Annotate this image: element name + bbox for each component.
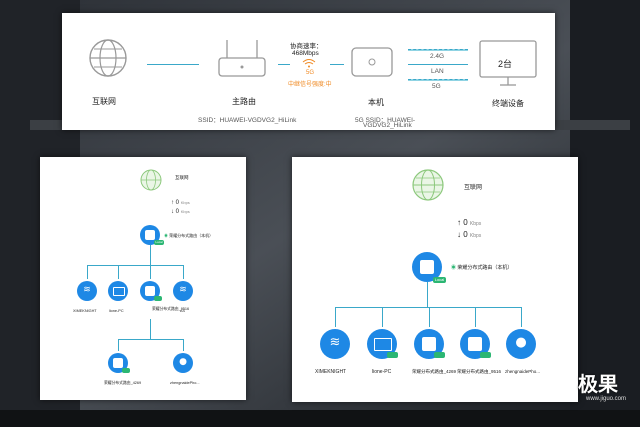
internet-label: 互联网 <box>464 185 483 191</box>
tree-line <box>150 245 151 265</box>
tree-line <box>475 307 476 327</box>
internet-label: 互联网 <box>92 97 116 106</box>
device-count: 2台 <box>498 59 513 69</box>
router-icon <box>145 286 155 296</box>
device-label: AS <box>180 309 186 313</box>
router-icon <box>218 40 266 77</box>
local-badge: Local <box>154 240 164 245</box>
download-unit: Kbps <box>180 209 190 214</box>
left-topology-panel: 互联网 ↑ 0 Kbps ↓ 0 Kbps Local ◉ 荣耀分布式路由（本机… <box>40 157 246 400</box>
local-badge: Local <box>433 277 446 283</box>
device-label: zhengnaidePho... <box>505 369 541 374</box>
download-value: ↓ 0 <box>457 230 468 239</box>
device-label: 荣耀分布式路由_4269 <box>104 381 142 385</box>
mesh-badge <box>122 368 130 373</box>
tree-line <box>118 265 119 279</box>
band-5g-label: 5G <box>306 70 315 76</box>
apple-icon: ● <box>515 335 527 350</box>
mesh-badge <box>480 352 491 358</box>
upload-unit: Kbps <box>469 221 482 227</box>
router-label: ◉ 荣耀分布式路由（本机） <box>451 265 513 271</box>
internet-label: 互联网 <box>175 175 189 180</box>
tree-line <box>118 339 184 340</box>
tree-line <box>429 307 430 327</box>
link-line <box>408 49 468 51</box>
device-label: XIMEKNIGHT <box>73 309 97 313</box>
band-5g-right-label: 5G <box>432 83 441 90</box>
lan-icon <box>113 287 125 296</box>
globe-icon <box>140 169 162 191</box>
upload-rate: ↑ 0 Kbps <box>457 218 481 227</box>
download-rate: ↓ 0 Kbps <box>457 230 481 239</box>
tree-line <box>150 319 151 339</box>
router-label-text: 荣耀分布式路由（本机） <box>169 233 214 238</box>
tree-line <box>521 307 522 327</box>
link-line <box>147 64 199 65</box>
tree-line <box>427 282 428 307</box>
link-line <box>330 64 344 65</box>
tree-line <box>87 265 183 266</box>
main-router-label: 主路由 <box>232 97 256 106</box>
download-rate: ↓ 0 Kbps <box>171 209 190 215</box>
rate-value: 468Mbps <box>292 50 319 57</box>
tree-line <box>335 307 521 308</box>
lan-label: LAN <box>431 68 444 75</box>
apple-icon: ● <box>179 357 187 367</box>
router-label: ◉ 荣耀分布式路由（本机） <box>164 233 214 238</box>
watermark-brand: 极果 <box>578 372 618 396</box>
device-label: lione-PC <box>372 369 392 375</box>
router-icon <box>113 358 123 368</box>
router-icon <box>422 337 436 351</box>
device-label: 荣耀分布式路由_4269 <box>412 369 457 374</box>
mesh-badge <box>154 296 162 301</box>
device-label: zhengnaidePho... <box>170 381 200 385</box>
right-topology-panel: 互联网 ↑ 0 Kbps ↓ 0 Kbps Local ◉ 荣耀分布式路由（本机… <box>292 157 578 402</box>
band-24g-label: 2.4G <box>430 53 445 60</box>
tree-line <box>335 307 336 327</box>
local-ssid-line2: VGDVG2_HiLink <box>363 122 412 129</box>
router-glyph <box>420 260 434 274</box>
tree-line <box>183 265 184 279</box>
topology-strip: 互联网 主路由 SSID：HUAWEI-VGDVG2_HiLink 协商速率： … <box>62 13 555 130</box>
upload-rate: ↑ 0 Kbps <box>171 200 190 206</box>
rate-title: 协商速率： <box>290 43 323 50</box>
download-unit: Kbps <box>469 233 482 239</box>
router-label-text: 荣耀分布式路由（本机） <box>457 265 513 271</box>
download-value: ↓ 0 <box>171 209 180 215</box>
relay-status: 中继信号强度:中 <box>288 82 332 88</box>
device-label: lione-PC <box>109 309 124 313</box>
mesh-badge <box>434 352 445 358</box>
local-device-label: 本机 <box>368 98 384 107</box>
tree-line <box>118 339 119 351</box>
tree-line <box>150 265 151 279</box>
globe-icon <box>412 169 444 201</box>
terminal-devices-label: 终端设备 <box>492 99 524 108</box>
link-line <box>408 64 468 65</box>
lan-badge <box>387 352 398 358</box>
lan-icon <box>374 338 392 351</box>
wifi-icon: ≋ <box>329 335 341 350</box>
tree-line <box>183 339 184 351</box>
wifi-icon: ≋ <box>179 285 187 295</box>
globe-icon <box>89 39 127 77</box>
link-line <box>278 64 290 65</box>
watermark: 极果 www.jiguo.com <box>566 368 636 408</box>
wifi-icon: ≋ <box>83 285 91 295</box>
upload-value: ↑ 0 <box>457 218 468 227</box>
upload-unit: Kbps <box>180 200 190 205</box>
device-label: XIMEKNIGHT <box>315 369 347 375</box>
link-line <box>408 79 468 81</box>
tree-line <box>382 307 383 327</box>
tree-line <box>87 265 88 279</box>
watermark-url: www.jiguo.com <box>586 396 627 402</box>
upload-value: ↑ 0 <box>171 200 180 206</box>
router-glyph <box>145 230 155 240</box>
main-router-ssid: SSID：HUAWEI-VGDVG2_HiLink <box>198 117 297 124</box>
router-icon <box>468 337 482 351</box>
local-device-icon <box>351 47 393 77</box>
wifi-signal-icon <box>302 59 316 68</box>
device-label: 荣耀分布式路由_9516 <box>457 369 502 374</box>
